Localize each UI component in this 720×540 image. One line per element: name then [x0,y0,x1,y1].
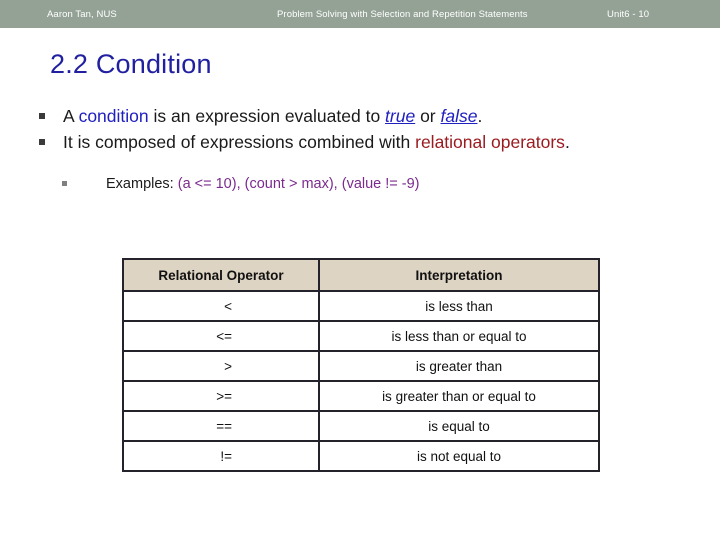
table-row: >= is greater than or equal to [122,380,600,412]
table-row: <= is less than or equal to [122,320,600,352]
table-row: > is greater than [122,350,600,382]
text-segment: A [63,106,79,126]
text-segment: . [564,132,570,152]
cell-interpretation: is greater than [318,350,600,382]
slide-body: A condition is an expression evaluated t… [36,104,696,195]
bullet-item: A condition is an expression evaluated t… [36,104,696,129]
cell-interpretation: is less than or equal to [318,320,600,352]
cell-operator: < [122,290,320,322]
bullet-item: It is composed of expressions combined w… [36,130,696,155]
cell-interpretation: is not equal to [318,440,600,472]
table-row: < is less than [122,290,600,322]
sub-bullet-text: Examples: (a <= 10), (count > max), (val… [106,176,420,192]
table-body: < is less than <= is less than or equal to >… [122,290,600,472]
text-segment: . [477,106,483,126]
text-segment: Examples: [106,176,178,192]
text-segment: It is composed of expressions combined w… [63,132,416,152]
cell-operator: >= [122,380,320,412]
column-header-operator: Relational Operator [122,258,320,292]
cell-operator: <= [122,320,320,352]
text-segment: or [415,106,441,126]
cell-operator: != [122,440,320,472]
bullet-text: It is composed of expressions combined w… [63,132,570,152]
square-bullet-icon [39,139,45,145]
header-author-label: Aaron Tan, NUS [47,9,117,20]
square-sub-bullet-icon [62,181,67,186]
cell-interpretation: is equal to [318,410,600,442]
bullet-text: A condition is an expression evaluated t… [63,106,482,126]
relational-operators-table: Relational Operator Interpretation < is l… [122,258,600,472]
text-segment: condition [78,106,149,126]
cell-interpretation: is greater than or equal to [318,380,600,412]
table-row: == is equal to [122,410,600,442]
text-segment: false [440,106,478,126]
text-segment: relational operators [415,132,565,152]
slide-header-bar: Aaron Tan, NUS Problem Solving with Sele… [0,0,720,28]
sub-bullet-item: Examples: (a <= 10), (count > max), (val… [36,173,696,195]
cell-operator: == [122,410,320,442]
cell-operator: > [122,350,320,382]
table-row: != is not equal to [122,440,600,472]
table-header-row: Relational Operator Interpretation [122,258,600,292]
header-course-label: Problem Solving with Selection and Repet… [277,9,528,20]
text-segment: (a <= 10), (count > max), (value != -9) [177,176,420,192]
text-segment: is an expression evaluated to [148,106,386,126]
header-unit-label: Unit6 - 10 [607,9,650,20]
page-title: 2.2 Condition [50,49,212,79]
column-header-interpretation: Interpretation [318,258,600,292]
cell-interpretation: is less than [318,290,600,322]
text-segment: true [385,106,416,126]
square-bullet-icon [39,113,45,119]
